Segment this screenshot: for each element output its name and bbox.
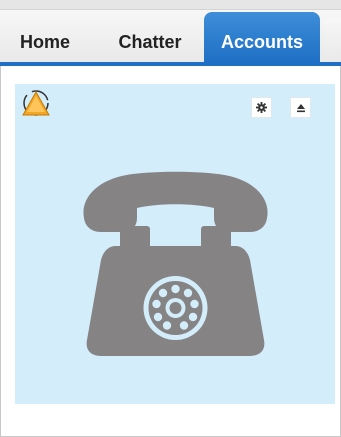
tab-chatter[interactable]: Chatter: [110, 12, 190, 62]
tab-underline: [0, 62, 341, 66]
content-panel: [15, 84, 335, 404]
collapse-button[interactable]: [290, 97, 311, 118]
telephone-icon: [83, 171, 268, 356]
top-strip: [0, 0, 341, 10]
alert-triangle-icon: [22, 90, 50, 116]
tab-home[interactable]: Home: [14, 12, 76, 62]
eject-icon: [296, 103, 305, 112]
tab-overflow-clip: [324, 18, 341, 62]
settings-button[interactable]: [251, 97, 272, 118]
gear-icon: [256, 102, 267, 114]
tab-accounts[interactable]: Accounts: [204, 12, 320, 62]
